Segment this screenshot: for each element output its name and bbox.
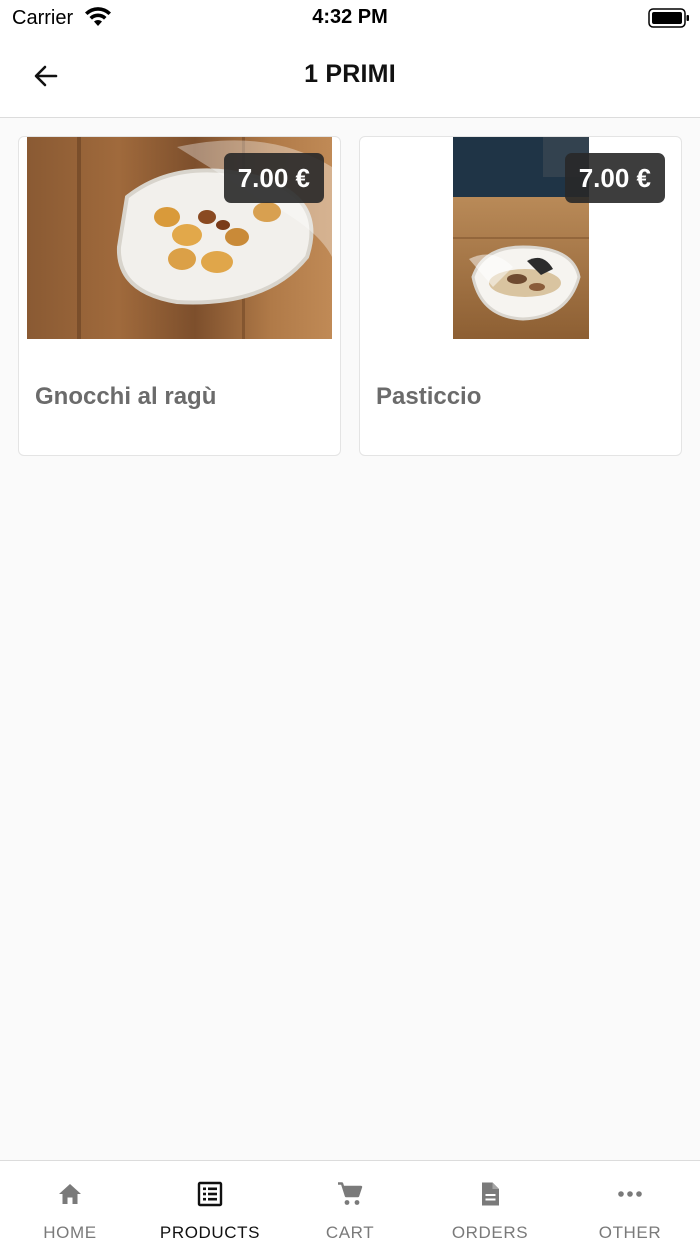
product-name: Pasticcio: [376, 383, 482, 410]
tab-cart[interactable]: CART: [280, 1161, 420, 1244]
bottom-tab-bar: HOME PRODUCTS CART ORDERS OTHER: [0, 1160, 700, 1244]
product-card[interactable]: 7.00 € Gnocchi al ragù: [18, 136, 341, 456]
tab-cart-label: CART: [325, 1223, 375, 1242]
tab-other[interactable]: OTHER: [560, 1161, 700, 1244]
product-name: Gnocchi al ragù: [35, 383, 217, 410]
tab-products-label: PRODUCTS: [159, 1223, 261, 1242]
screen: Carrier 4:32 PM 1 PRIMI 7.00 € Gnocchi a…: [0, 0, 700, 1244]
cart-icon: [338, 1182, 363, 1205]
document-icon: [482, 1182, 499, 1206]
tab-orders[interactable]: ORDERS: [420, 1161, 560, 1244]
price-badge: 7.00 €: [223, 153, 324, 203]
battery-icon: [648, 8, 689, 28]
page-title: 1 PRIMI: [304, 60, 396, 88]
tab-home-label: HOME: [43, 1223, 97, 1242]
tab-orders-label: ORDERS: [451, 1223, 529, 1242]
tab-other-label: OTHER: [598, 1223, 662, 1242]
more-icon: [618, 1191, 642, 1197]
product-card[interactable]: 7.00 € Pasticcio: [359, 136, 682, 456]
status-time: 4:32 PM: [312, 6, 388, 28]
home-icon: [59, 1184, 81, 1204]
price-badge: 7.00 €: [564, 153, 665, 203]
status-bar: Carrier 4:32 PM: [0, 0, 700, 36]
list-icon: [197, 1181, 223, 1207]
tab-home[interactable]: HOME: [0, 1161, 140, 1244]
app-header: 1 PRIMI: [0, 36, 700, 118]
tab-products[interactable]: PRODUCTS: [140, 1161, 280, 1244]
